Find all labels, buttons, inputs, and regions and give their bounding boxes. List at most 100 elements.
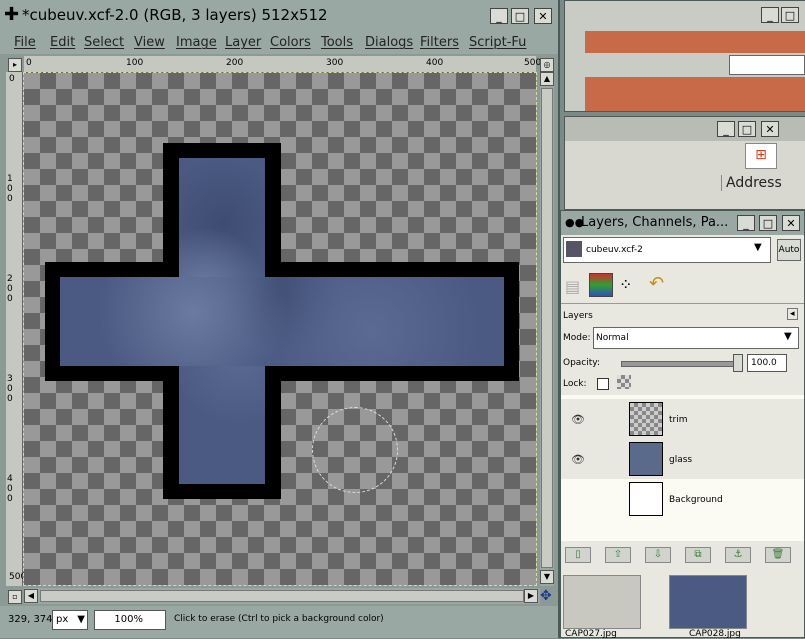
unit-value: px <box>56 614 69 625</box>
layers-dialog: ●● Layers, Channels, Pa... _ □ ✕ cubeuv.… <box>560 210 805 639</box>
layer-row-glass[interactable]: 👁 glass <box>561 439 804 479</box>
status-message: Click to erase (Ctrl to pick a backgroun… <box>174 614 384 624</box>
layer-list: 👁 trim 👁 glass Background <box>561 395 804 541</box>
menu-image[interactable]: Image <box>176 35 217 50</box>
layer-name: glass <box>669 455 693 465</box>
menu-arrow-button[interactable]: ▸ <box>8 58 22 72</box>
menu-edit[interactable]: Edit <box>50 35 75 50</box>
tab-paths-icon[interactable]: ⁘ <box>619 275 632 294</box>
image-select[interactable]: cubeuv.xcf-2 ▼ <box>563 237 771 263</box>
opacity-slider[interactable] <box>621 361 741 367</box>
image-canvas[interactable] <box>23 72 537 586</box>
zoom-field[interactable]: 100% <box>94 610 166 630</box>
horizontal-ruler[interactable]: 0 100 200 300 400 500 <box>24 56 541 73</box>
opacity-label: Opacity: <box>563 358 600 368</box>
scroll-up-button[interactable]: ▲ <box>540 72 554 86</box>
vertical-ruler[interactable]: 0 100 200 300 400 500 <box>6 72 26 586</box>
image-close-button[interactable]: ✕ <box>534 8 552 24</box>
browser-close-button[interactable]: ✕ <box>761 121 779 137</box>
toolbar-input[interactable] <box>729 55 805 75</box>
layer-row-trim[interactable]: 👁 trim <box>561 399 804 439</box>
vertical-scrollbar[interactable]: ▲ ▼ <box>540 72 554 586</box>
raise-layer-button[interactable]: ⇧ <box>605 547 631 563</box>
browser-maximize-button[interactable]: □ <box>738 121 756 137</box>
address-label: Address <box>721 175 782 191</box>
minimize-button[interactable]: _ <box>761 7 779 23</box>
chevron-down-icon: ▼ <box>77 614 85 625</box>
vruler-label: 300 <box>7 374 13 404</box>
menu-tools[interactable]: Tools <box>321 35 353 50</box>
layer-thumb-glass <box>629 442 663 476</box>
delete-layer-button[interactable]: 🗑 <box>765 547 791 563</box>
layers-minimize-button[interactable]: _ <box>737 215 755 231</box>
glass-horizontal <box>60 277 504 366</box>
hruler-label: 0 <box>26 58 32 68</box>
browser-minimize-button[interactable]: _ <box>717 121 735 137</box>
windows-logo-icon: ⊞ <box>745 143 777 169</box>
menu-view[interactable]: View <box>134 35 165 50</box>
background-window-top: _ □ <box>564 0 805 112</box>
auto-button[interactable]: Auto <box>777 239 801 261</box>
menu-filters[interactable]: Filters <box>420 35 459 50</box>
move-icon: ✚ <box>4 4 20 25</box>
lock-checkbox[interactable] <box>597 378 609 390</box>
vruler-label: 0 <box>9 74 15 84</box>
menu-file[interactable]: File <box>14 35 36 50</box>
image-window: ✚ *cubeuv.xcf-2.0 (RGB, 3 layers) 512x51… <box>0 0 560 638</box>
image-minimize-button[interactable]: _ <box>490 8 508 24</box>
menu-dialogs[interactable]: Dialogs <box>365 35 413 50</box>
image-window-titlebar: ✚ *cubeuv.xcf-2.0 (RGB, 3 layers) 512x51… <box>0 0 558 33</box>
tab-stack-icon[interactable]: ▤ <box>565 277 580 296</box>
lock-alpha-icon <box>617 375 631 389</box>
zoom-icon[interactable]: ▫ <box>8 590 22 604</box>
menu-colors[interactable]: Colors <box>270 35 311 50</box>
image-maximize-button[interactable]: □ <box>511 8 529 24</box>
tab-undo-icon[interactable]: ↶ <box>649 273 664 294</box>
thumbnail-cap027[interactable] <box>563 575 641 629</box>
browser-window: _ □ ✕ ⊞ Address <box>564 116 805 210</box>
brush-outline <box>312 407 398 493</box>
layer-name: trim <box>669 415 688 425</box>
statusbar: 329, 374 px ▼ 100% Click to erase (Ctrl … <box>0 606 558 638</box>
duplicate-layer-button[interactable]: ⧉ <box>685 547 711 563</box>
scroll-left-button[interactable]: ◀ <box>24 589 38 603</box>
scroll-right-button[interactable]: ▶ <box>524 589 538 603</box>
menu-script-fu[interactable]: Script-Fu <box>469 35 526 50</box>
opacity-field[interactable]: 100.0 <box>747 354 787 372</box>
horizontal-scrollbar[interactable]: ◀ ▶ <box>24 588 540 604</box>
chevron-down-icon: ▼ <box>784 331 792 342</box>
hruler-label: 500 <box>524 58 542 68</box>
horizontal-scroll-thumb[interactable] <box>40 590 524 602</box>
eye-icon[interactable]: 👁 <box>571 413 585 426</box>
navigate-icon[interactable]: ✥ <box>540 588 552 604</box>
vertical-scroll-thumb[interactable] <box>541 88 553 568</box>
mode-select[interactable]: Normal ▼ <box>593 327 799 349</box>
layers-close-button[interactable]: ✕ <box>782 215 800 231</box>
layer-row-background[interactable]: Background <box>561 479 804 519</box>
unit-select[interactable]: px ▼ <box>52 610 88 630</box>
lower-layer-button[interactable]: ⇩ <box>645 547 671 563</box>
layer-name: Background <box>669 495 723 505</box>
scroll-down-button[interactable]: ▼ <box>540 570 554 584</box>
eye-icon[interactable]: 👁 <box>571 453 585 466</box>
layers-maximize-button[interactable]: □ <box>759 215 777 231</box>
tab-menu-icon[interactable]: ◂ <box>787 308 798 320</box>
tab-layers-icon[interactable] <box>589 273 613 297</box>
menubar: File Edit Select View Image Layer Colors… <box>0 32 558 54</box>
menu-layer[interactable]: Layer <box>225 35 261 50</box>
quick-mask-icon[interactable]: ◎ <box>540 58 554 72</box>
window-title: *cubeuv.xcf-2.0 (RGB, 3 layers) 512x512 <box>22 6 328 24</box>
mode-value: Normal <box>596 333 629 343</box>
layer-thumb-trim <box>629 402 663 436</box>
new-layer-button[interactable]: ▯ <box>565 547 591 563</box>
hruler-label: 300 <box>326 58 344 68</box>
anchor-layer-button[interactable]: ⚓ <box>725 547 751 563</box>
image-select-value: cubeuv.xcf-2 <box>586 245 643 255</box>
layers-titlebar: ●● Layers, Channels, Pa... _ □ ✕ <box>561 211 804 235</box>
layers-dialog-title: Layers, Channels, Pa... <box>581 215 729 230</box>
layers-section-label: Layers <box>563 311 593 321</box>
maximize-button[interactable]: □ <box>781 7 799 23</box>
menu-select[interactable]: Select <box>84 35 124 50</box>
opacity-slider-handle[interactable] <box>733 354 743 372</box>
thumbnail-cap028[interactable] <box>669 575 747 629</box>
